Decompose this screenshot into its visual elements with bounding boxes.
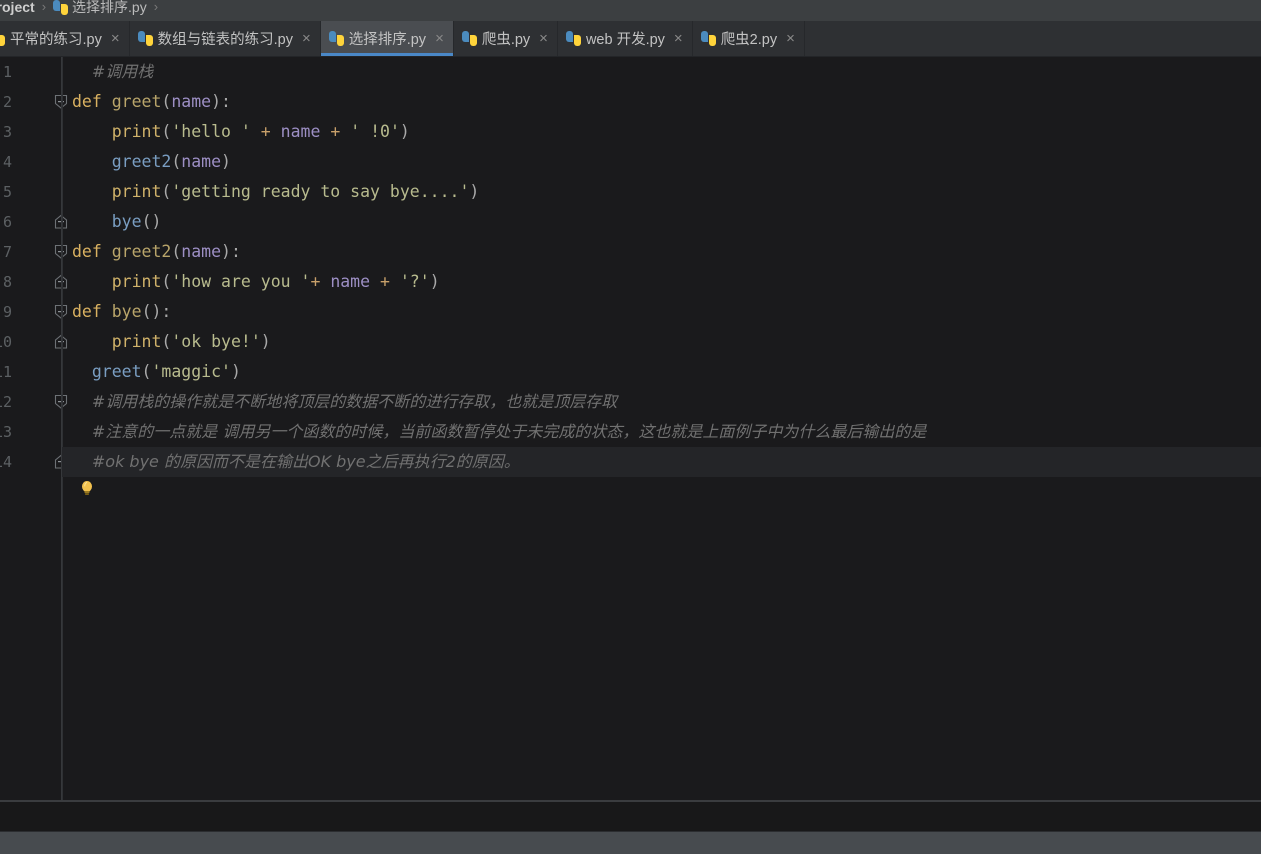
- code-line-text: print('how are you '+ name + '?'): [111, 272, 440, 291]
- code-line-5[interactable]: print('getting ready to say bye....'): [62, 177, 1261, 207]
- line-number[interactable]: 12: [0, 387, 12, 417]
- line-number[interactable]: 8: [0, 267, 12, 297]
- editor-tab-5[interactable]: 爬虫2.py ×: [692, 21, 805, 56]
- editor-tab-label: 爬虫.py: [481, 32, 531, 48]
- python-file-icon: [565, 31, 581, 46]
- breadcrumb-file-label: 选择排序.py: [72, 0, 147, 15]
- close-icon[interactable]: ×: [302, 31, 311, 46]
- lightbulb-icon[interactable]: [78, 479, 96, 497]
- code-line-13[interactable]: #注意的一点就是 调用另一个函数的时候，当前函数暂停处于未完成的状态，这也就是上…: [62, 417, 1261, 447]
- bottom-tool-panel: [0, 802, 1261, 832]
- python-file-icon: [0, 31, 5, 46]
- line-number[interactable]: 10: [0, 327, 12, 357]
- code-line-4[interactable]: greet2(name): [62, 147, 1261, 177]
- code-line-7[interactable]: def greet2(name):: [62, 237, 1261, 267]
- editor-tab-bar: 平常的练习.py × 数组与链表的练习.py × 选择排序.py × 爬虫.py × web 开…: [0, 21, 1261, 57]
- editor-tab-label: 平常的练习.py: [10, 32, 102, 48]
- code-line-9[interactable]: def bye():: [62, 297, 1261, 327]
- code-line-6[interactable]: bye(): [62, 207, 1261, 237]
- code-line-text: greet('maggic'): [91, 362, 241, 381]
- code-line-10[interactable]: print('ok bye!'): [62, 327, 1261, 357]
- python-file-icon: [53, 0, 69, 15]
- code-line-11[interactable]: greet('maggic'): [62, 357, 1261, 387]
- line-number[interactable]: 4: [0, 147, 12, 177]
- code-line-2[interactable]: def greet(name):: [62, 87, 1261, 117]
- line-number[interactable]: 3: [0, 117, 12, 147]
- line-number[interactable]: 11: [0, 357, 12, 387]
- code-line-8[interactable]: print('how are you '+ name + '?'): [62, 267, 1261, 297]
- python-file-icon: [137, 31, 153, 46]
- line-number[interactable]: 5: [0, 177, 12, 207]
- editor-tab-label: 选择排序.py: [348, 32, 427, 48]
- line-number[interactable]: 13: [0, 417, 12, 447]
- code-line-text: #ok bye 的原因而不是在输出OK bye之后再执行2的原因。: [91, 452, 520, 471]
- line-number[interactable]: 2: [0, 87, 12, 117]
- breadcrumb-item-file[interactable]: 选择排序.py: [53, 0, 147, 21]
- close-icon[interactable]: ×: [674, 31, 683, 46]
- code-line-text: print('hello ' + name + ' !0'): [111, 122, 410, 141]
- line-number[interactable]: 6: [0, 207, 12, 237]
- line-number[interactable]: 1: [0, 57, 12, 87]
- code-line-text: def bye():: [72, 302, 172, 321]
- code-line-1[interactable]: #调用栈: [62, 57, 1261, 87]
- code-content[interactable]: #调用栈 def greet(name): print('hello ' + na…: [62, 57, 1261, 800]
- code-line-text: def greet(name):: [72, 92, 231, 111]
- breadcrumb-separator-end: ›: [153, 0, 159, 14]
- code-line-3[interactable]: print('hello ' + name + ' !0'): [62, 117, 1261, 147]
- breadcrumb: project › 选择排序.py ›: [0, 0, 1261, 21]
- python-file-icon: [700, 31, 716, 46]
- close-icon[interactable]: ×: [435, 31, 444, 46]
- line-number[interactable]: 14: [0, 447, 12, 477]
- breadcrumb-item-project[interactable]: project: [0, 0, 35, 19]
- editor-tab-label: 爬虫2.py: [720, 32, 778, 48]
- editor-tab-0[interactable]: 平常的练习.py ×: [0, 21, 130, 56]
- editor-tab-1[interactable]: 数组与链表的练习.py ×: [129, 21, 321, 56]
- line-number[interactable]: 7: [0, 237, 12, 267]
- breadcrumb-project-label: project: [0, 0, 35, 15]
- python-file-icon: [328, 31, 344, 46]
- code-line-14[interactable]: #ok bye 的原因而不是在输出OK bye之后再执行2的原因。: [62, 447, 1261, 477]
- breadcrumb-separator: ›: [41, 0, 47, 14]
- editor-tab-4[interactable]: web 开发.py ×: [557, 21, 693, 56]
- editor-tab-3[interactable]: 爬虫.py ×: [453, 21, 558, 56]
- code-line-text: print('getting ready to say bye....'): [111, 182, 480, 201]
- code-line-text: def greet2(name):: [72, 242, 241, 261]
- code-line-text: #调用栈: [91, 62, 154, 81]
- code-line-text: #调用栈的操作就是不断地将顶层的数据不断的进行存取，也就是顶层存取: [91, 392, 618, 411]
- line-number[interactable]: 9: [0, 297, 12, 327]
- code-line-text: #注意的一点就是 调用另一个函数的时候，当前函数暂停处于未完成的状态，这也就是上…: [91, 422, 927, 441]
- code-line-text: bye(): [111, 212, 162, 231]
- close-icon[interactable]: ×: [539, 31, 548, 46]
- editor-tab-2[interactable]: 选择排序.py ×: [320, 21, 454, 56]
- close-icon[interactable]: ×: [786, 31, 795, 46]
- code-editor[interactable]: 1234567891011121314 #调用栈def greet(name):…: [0, 57, 1261, 800]
- close-icon[interactable]: ×: [111, 31, 120, 46]
- editor-gutter[interactable]: 1234567891011121314: [0, 57, 68, 800]
- code-line-12[interactable]: #调用栈的操作就是不断地将顶层的数据不断的进行存取，也就是顶层存取: [62, 387, 1261, 417]
- editor-tab-label: 数组与链表的练习.py: [157, 32, 293, 48]
- code-line-text: greet2(name): [111, 152, 231, 171]
- python-file-icon: [461, 31, 477, 46]
- status-bar: [0, 832, 1261, 854]
- editor-tab-label: web 开发.py: [585, 32, 665, 48]
- code-line-text: print('ok bye!'): [111, 332, 271, 351]
